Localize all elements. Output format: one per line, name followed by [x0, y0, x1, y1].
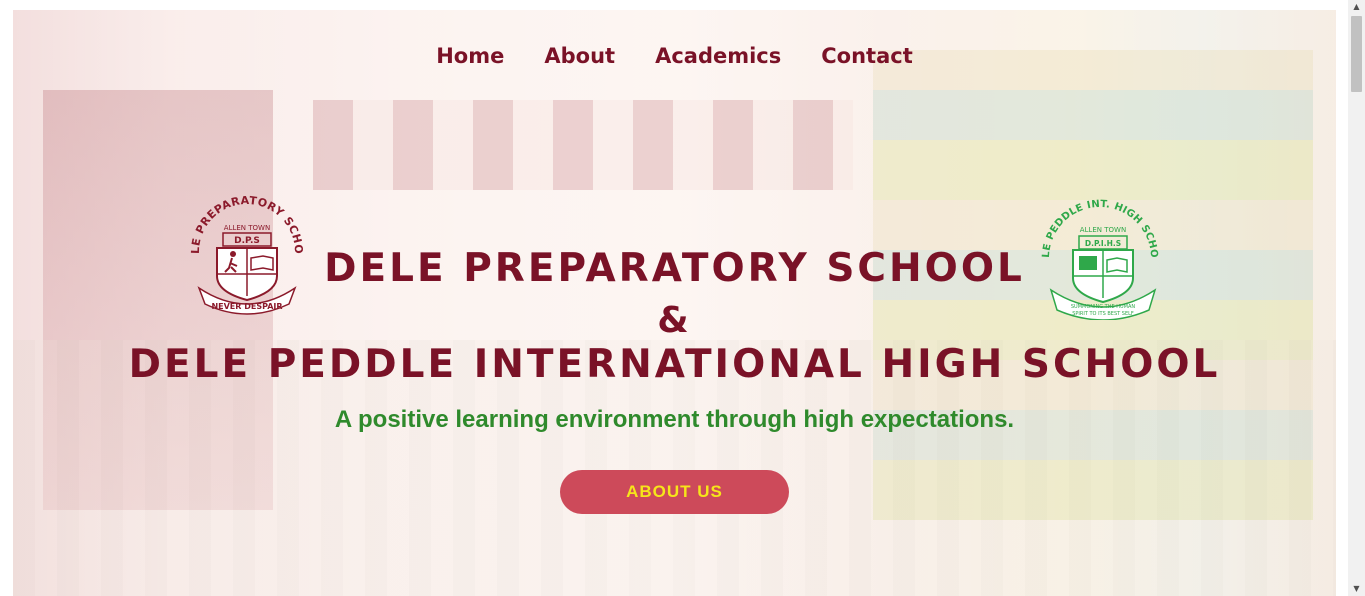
about-us-button[interactable]: ABOUT US [560, 470, 789, 514]
dps-initials-text: D.P.S [234, 236, 260, 246]
dpihs-town-text: ALLEN TOWN [1080, 226, 1126, 234]
background-building-center [313, 100, 853, 190]
hero-title-line1: DELE PREPARATORY SCHOOL [324, 246, 1025, 291]
hero-title-ampersand: & [657, 300, 692, 341]
nav-item-academics[interactable]: Academics [655, 44, 781, 68]
hero-title-line2: DELE PEDDLE INTERNATIONAL HIGH SCHOOL [128, 342, 1221, 387]
scroll-down-arrow-icon[interactable]: ▼ [1348, 582, 1365, 596]
nav-item-home[interactable]: Home [436, 44, 504, 68]
scroll-up-arrow-icon[interactable]: ▲ [1348, 0, 1365, 14]
main-nav: Home About Academics Contact [13, 44, 1336, 68]
vertical-scrollbar[interactable]: ▲ ▼ [1348, 0, 1365, 596]
hero-section: Home About Academics Contact DELE PREPAR… [13, 10, 1336, 596]
scrollbar-thumb[interactable] [1351, 16, 1362, 92]
nav-item-contact[interactable]: Contact [821, 44, 913, 68]
nav-item-about[interactable]: About [544, 44, 615, 68]
hero-tagline: A positive learning environment through … [334, 406, 1015, 433]
dps-town-text: ALLEN TOWN [224, 224, 270, 232]
